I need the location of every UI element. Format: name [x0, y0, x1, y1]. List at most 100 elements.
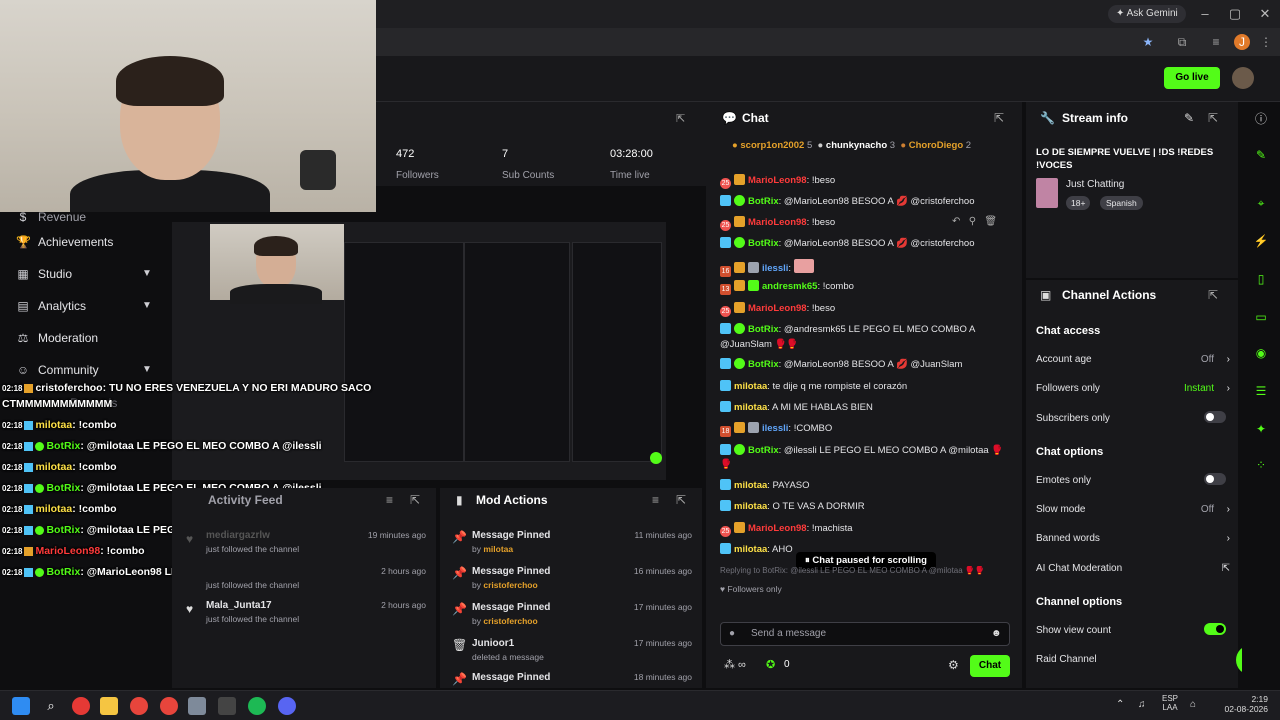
overlay-line: 02:18 MarioLeon98: !combo [2, 545, 145, 557]
go-live-button[interactable]: Go live [1164, 67, 1220, 89]
chat-paused-label: Chat paused for scrolling [812, 555, 927, 566]
popout-icon[interactable]: ⇱ [410, 493, 420, 507]
minimize-icon[interactable]: – [1196, 5, 1214, 23]
document-icon[interactable]: ▯ [1252, 270, 1270, 288]
chat-input[interactable]: ● Send a message ☻ [720, 622, 1010, 646]
list-icon[interactable]: ☰ [1252, 382, 1270, 400]
media-icon[interactable]: ≡ [1208, 34, 1224, 50]
close-icon[interactable]: ✕ [1256, 5, 1274, 23]
chevron-right-icon: › [1226, 504, 1230, 515]
mod-action: Junioor1 [472, 638, 515, 649]
mod-by: by cristoferchoo [472, 616, 538, 626]
language-indicator[interactable]: ESP LAA [1160, 694, 1180, 712]
menu-icon[interactable]: ⋮ [1258, 34, 1274, 50]
sidebar-item-analytics[interactable]: ▤ Analytics ▼ [16, 295, 166, 317]
sidebar-item-community[interactable]: ☺ Community ▼ [16, 359, 166, 381]
pencil-icon[interactable]: ✎ [1252, 146, 1270, 164]
obs-icon[interactable] [218, 697, 236, 715]
folder-icon[interactable] [100, 697, 118, 715]
subscribers-only-row[interactable]: Subscribers only [1036, 411, 1230, 424]
followers-only-row[interactable]: Followers only Instant › [1036, 383, 1230, 394]
search-icon[interactable]: ⌕ [42, 697, 60, 715]
filter-icon[interactable]: ≡ [386, 493, 393, 507]
clip-icon[interactable]: ⌖ [1252, 194, 1270, 212]
emotes-only-toggle[interactable] [1204, 473, 1226, 485]
ask-gemini-button[interactable]: ✦ Ask Gemini [1108, 5, 1186, 23]
settings-icon[interactable] [188, 697, 206, 715]
filter-icon[interactable]: ≡ [652, 493, 659, 507]
info-icon[interactable]: ⓘ [1252, 110, 1270, 128]
mod-time: 18 minutes ago [633, 672, 692, 682]
subscribers-only-toggle[interactable] [1204, 411, 1226, 423]
chat-message[interactable]: 18 ilessli: !COMBO [720, 422, 1016, 437]
account-age-row[interactable]: Account age Off › [1036, 354, 1230, 365]
spotify-icon[interactable] [248, 697, 266, 715]
tray-chevron-icon[interactable]: ⌃ [1116, 699, 1124, 710]
chat-message[interactable]: 25 MarioLeon98: !machista [720, 522, 1016, 537]
emoji-picker-icon[interactable]: ☻ [991, 628, 1002, 639]
chat-message[interactable]: BotRix: @ilessli LE PEGO EL MEO COMBO A … [720, 444, 1016, 458]
trash-icon[interactable]: 🗑 [984, 216, 997, 227]
chevron-down-icon: ▼ [142, 300, 152, 311]
popout-icon[interactable]: ⇱ [994, 111, 1004, 125]
popout-icon[interactable]: ⇱ [676, 112, 685, 125]
chat-message[interactable]: BotRix: @andresmk65 LE PEGO EL MEO COMBO… [720, 323, 1016, 337]
chat-emoji-icon: ● [729, 628, 736, 639]
chat-message[interactable]: milotaa: PAYASO [720, 479, 1016, 493]
bookmark-star-icon[interactable]: ★ [1140, 34, 1156, 50]
gifter-name[interactable]: chunkynacho [826, 140, 887, 151]
chat-message[interactable]: BotRix: @MarioLeon98 BESOO A 💋 @JuanSlam [720, 358, 1016, 372]
sidebar-item-studio[interactable]: ▦ Studio ▼ [16, 263, 166, 285]
network-icon[interactable]: ⌂ [1190, 699, 1196, 710]
gifter-name[interactable]: ChoroDiego [909, 140, 963, 151]
chat-message[interactable]: milotaa: te dije q me rompiste el corazó… [720, 380, 1016, 394]
chat-message[interactable]: 13 andresmk65: !combo [720, 280, 1016, 295]
sidebar-item-achievements[interactable]: 🏆 Achievements [16, 231, 113, 253]
broadcast-icon[interactable]: ◉ [1252, 344, 1270, 362]
recorder-icon[interactable] [72, 697, 90, 715]
ai-moderation-row[interactable]: AI Chat Moderation ⇱ [1036, 563, 1230, 574]
clock[interactable]: 2:19 02-08-2026 [1210, 694, 1268, 714]
mic-icon[interactable]: ♫ [1138, 699, 1146, 710]
sidebar-item-moderation[interactable]: ⚖ Moderation [16, 327, 98, 349]
chat-message[interactable]: milotaa: O TE VAS A DORMIR [720, 500, 1016, 514]
chat-message[interactable]: 25 MarioLeon98: !beso [720, 302, 1016, 317]
edit-icon[interactable]: ✎ [1184, 111, 1194, 125]
show-view-count-row[interactable]: Show view count [1036, 623, 1230, 636]
reply-icon[interactable]: ↶ [952, 216, 960, 227]
chat-icon[interactable]: ▭ [1252, 308, 1270, 326]
banned-words-row[interactable]: Banned words › [1036, 533, 1230, 544]
emotes-only-row[interactable]: Emotes only [1036, 473, 1230, 486]
mod-by: by milotaa [472, 544, 514, 554]
show-view-count-toggle[interactable] [1204, 623, 1226, 635]
chrome-icon[interactable] [160, 697, 178, 715]
pin-icon[interactable]: ⚲ [969, 216, 976, 227]
lightning-icon[interactable]: ⚡ [1252, 232, 1270, 250]
activity-feed-title: Activity Feed [208, 493, 283, 507]
raid-channel-row[interactable]: Raid Channel [1036, 654, 1230, 665]
extensions-icon[interactable]: ⧉ [1174, 34, 1190, 50]
chat-message[interactable]: BotRix: @MarioLeon98 BESOO A 💋 @cristofe… [720, 237, 1016, 251]
slow-mode-row[interactable]: Slow mode Off › [1036, 504, 1230, 515]
sidebar-item-label: Achievements [38, 235, 114, 249]
chat-message[interactable]: milotaa: A MI ME HABLAS BIEN [720, 401, 1016, 415]
windows-start-icon[interactable] [12, 697, 30, 715]
maximize-icon[interactable]: ▢ [1226, 5, 1244, 23]
popout-icon[interactable]: ⇱ [676, 493, 686, 507]
gifter-name[interactable]: scorp1on2002 [740, 140, 804, 151]
send-chat-button[interactable]: Chat [970, 655, 1010, 677]
discord-icon[interactable] [278, 697, 296, 715]
chrome-icon[interactable] [130, 697, 148, 715]
chat-message[interactable]: BotRix: @MarioLeon98 BESOO A 💋 @cristofe… [720, 195, 1016, 209]
chat-message[interactable]: 25 MarioLeon98: !beso [720, 174, 1016, 189]
gear-icon[interactable]: ⚙ [948, 658, 959, 672]
popout-icon[interactable]: ⇱ [1208, 111, 1218, 125]
viewers-icon[interactable]: ⁂ ∞ [724, 658, 746, 671]
apps-icon[interactable]: ⁘ [1252, 456, 1270, 474]
profile-icon[interactable]: J [1234, 34, 1250, 50]
popout-icon[interactable]: ⇱ [1208, 288, 1218, 302]
wrench-icon[interactable]: ✦ [1252, 420, 1270, 438]
chat-message[interactable]: 16 ilessli: [720, 259, 1016, 277]
avatar[interactable] [1232, 67, 1254, 89]
sidebar-item-revenue[interactable]: $ Revenue [16, 206, 86, 228]
